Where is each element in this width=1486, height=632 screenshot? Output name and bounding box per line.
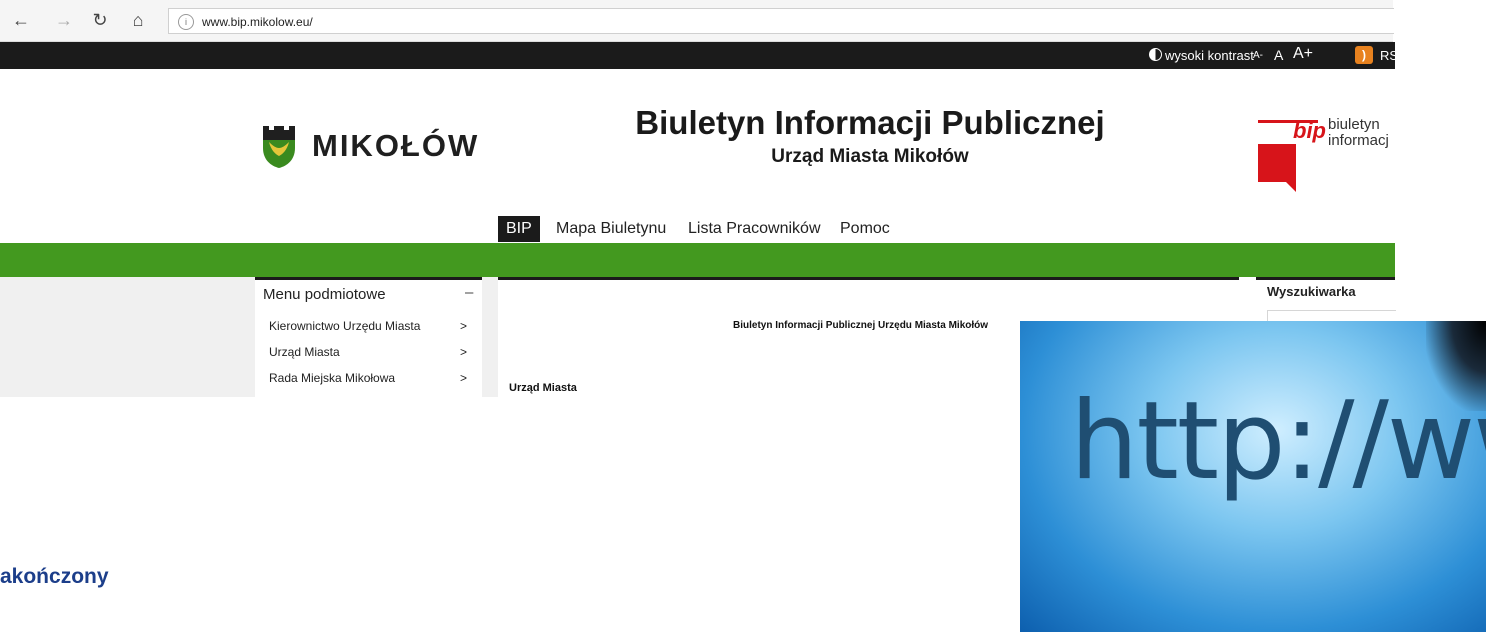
back-icon[interactable]: ← [9, 8, 33, 32]
rss-icon[interactable]: ) [1355, 46, 1373, 64]
content-section-heading: Urząd Miasta [509, 382, 577, 394]
search-heading: Wyszukiwarka [1267, 284, 1356, 299]
home-icon[interactable]: ⌂ [126, 8, 150, 32]
font-small-button[interactable]: A- [1253, 50, 1263, 61]
logo-text[interactable]: MIKOŁÓW [312, 128, 479, 164]
chevron-right-icon[interactable]: > [460, 345, 467, 359]
menu-item-mapa-biuletynu[interactable]: Mapa Biuletynu [556, 216, 666, 242]
sidebar-heading: Menu podmiotowe [263, 286, 386, 303]
font-normal-button[interactable]: A [1274, 47, 1283, 63]
content-title: Biuletyn Informacji Publicznej Urzędu Mi… [733, 320, 989, 331]
column-gap [482, 277, 498, 397]
address-url: www.bip.mikolow.eu/ [202, 14, 313, 29]
page-subtitle: Urząd Miasta Mikołów [771, 146, 969, 167]
bip-line-1: biuletyn [1328, 116, 1380, 133]
menu-item-pomoc[interactable]: Pomoc [840, 216, 890, 242]
chevron-right-icon[interactable]: > [460, 319, 467, 333]
collapse-icon[interactable]: – [465, 284, 473, 301]
rss-label[interactable]: RS [1380, 48, 1398, 63]
address-bar[interactable]: i www.bip.mikolow.eu/ [168, 8, 1394, 34]
high-contrast-toggle[interactable]: wysoki kontrast [1149, 48, 1254, 63]
bip-word: bip [1293, 118, 1326, 143]
refresh-icon[interactable]: ↻ [88, 8, 112, 32]
contrast-label: wysoki kontrast [1165, 48, 1254, 63]
menu-item-bip[interactable]: BIP [498, 216, 540, 242]
bip-line-2: informacj [1328, 132, 1389, 149]
menu-item-lista-pracownikow[interactable]: Lista Pracowników [688, 216, 821, 242]
bip-text: biuletyn informacj [1328, 117, 1389, 149]
contrast-icon [1149, 48, 1162, 61]
accessibility-bar: wysoki kontrast A- A A+ ) RS [0, 42, 1398, 69]
http-photo: http://ww [1020, 321, 1486, 632]
sidebar-item-kierownictwo[interactable]: Kierownictwo Urzędu Miasta [269, 319, 420, 333]
mikolow-crest-icon[interactable] [261, 122, 297, 168]
page-title: Biuletyn Informacji Publicznej [635, 104, 1105, 141]
font-large-button[interactable]: A+ [1293, 45, 1313, 63]
sidebar-menu: Menu podmiotowe – Kierownictwo Urzędu Mi… [255, 277, 482, 400]
sidebar-item-rada-miejska[interactable]: Rada Miejska Mikołowa [269, 371, 395, 385]
left-background [0, 277, 255, 397]
sidebar-item-urzad-miasta[interactable]: Urząd Miasta [269, 345, 340, 359]
green-bar [0, 243, 1395, 277]
chevron-right-icon[interactable]: > [460, 371, 467, 385]
forward-icon[interactable]: → [52, 8, 76, 32]
http-text: http://ww [1070, 379, 1486, 504]
slide-caption: akończony [0, 565, 109, 588]
info-icon[interactable]: i [178, 13, 194, 30]
